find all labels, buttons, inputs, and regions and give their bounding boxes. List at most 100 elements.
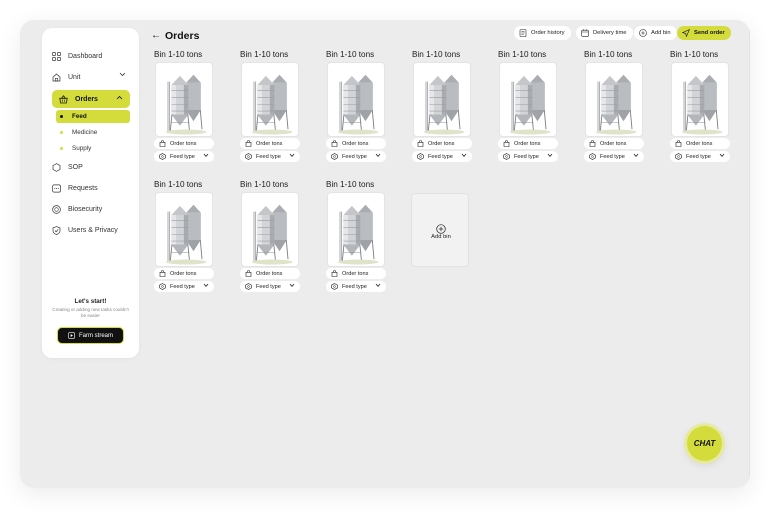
chat-button[interactable]: CHAT: [687, 426, 722, 461]
feed-type-dropdown[interactable]: Feed type: [326, 281, 386, 292]
feed-type-dropdown[interactable]: Feed type: [412, 151, 472, 162]
bin-label: Bin 1-10 tons: [412, 50, 461, 59]
bin-label: Bin 1-10 tons: [584, 50, 633, 59]
feed-icon: [331, 283, 338, 290]
feed-icon: [675, 153, 682, 160]
feed-type-dropdown[interactable]: Feed type: [498, 151, 558, 162]
sidebar-item-dashboard[interactable]: Dashboard: [52, 48, 130, 64]
feed-type-label: Feed type: [514, 153, 539, 160]
feed-type-dropdown[interactable]: Feed type: [240, 151, 300, 162]
bag-icon: [331, 140, 338, 147]
silo-image[interactable]: [327, 192, 385, 267]
order-tons-label: Order tons: [514, 140, 541, 147]
send-order-button[interactable]: Send order: [677, 26, 731, 40]
farm-stream-button[interactable]: Farm stream: [57, 327, 124, 344]
bin-card: Bin 1-10 tons Order tons Feed type: [498, 50, 558, 164]
delivery-time-label: Delivery time: [593, 30, 627, 36]
order-tons-button[interactable]: Order tons: [326, 138, 386, 149]
back-arrow-icon[interactable]: ←: [151, 30, 161, 41]
bag-icon: [245, 270, 252, 277]
silo-image[interactable]: [155, 192, 213, 267]
order-tons-button[interactable]: Order tons: [412, 138, 472, 149]
sidebar-item-label: Requests: [68, 184, 98, 192]
feed-type-label: Feed type: [256, 153, 281, 160]
silo-image[interactable]: [671, 62, 729, 137]
feed-type-dropdown[interactable]: Feed type: [584, 151, 644, 162]
sidebar-item-biosecurity[interactable]: Biosecurity: [52, 201, 130, 217]
chevron-up-icon: [116, 95, 123, 102]
silo-image[interactable]: [241, 62, 299, 137]
chevron-down-icon: [719, 153, 725, 160]
app-window: Dashboard Unit Orders Feed Medicine Supp…: [20, 20, 750, 488]
chevron-down-icon: [633, 153, 639, 160]
silo-image[interactable]: [241, 192, 299, 267]
silo-image[interactable]: [327, 62, 385, 137]
sidebar-item-label: Biosecurity: [68, 205, 103, 213]
chat-label: CHAT: [693, 439, 716, 448]
silo-image[interactable]: [499, 62, 557, 137]
order-history-button[interactable]: Order history: [514, 26, 571, 40]
silo-image[interactable]: [413, 62, 471, 137]
chevron-down-icon: [119, 72, 126, 79]
plus-circle-icon: [436, 221, 446, 234]
sidebar-item-unit[interactable]: Unit: [52, 69, 130, 85]
silo-image[interactable]: [155, 62, 213, 137]
bin-label: Bin 1-10 tons: [154, 180, 203, 189]
feed-type-dropdown[interactable]: Feed type: [670, 151, 730, 162]
chevron-down-icon: [289, 283, 295, 290]
sidebar-item-users-privacy[interactable]: Users & Privacy: [52, 222, 130, 238]
order-tons-button[interactable]: Order tons: [326, 268, 386, 279]
order-tons-button[interactable]: Order tons: [240, 138, 300, 149]
delivery-time-button[interactable]: Delivery time: [576, 26, 633, 40]
sidebar-item-label: Orders: [75, 95, 98, 103]
order-tons-label: Order tons: [170, 270, 197, 277]
chevron-down-icon: [375, 153, 381, 160]
feed-type-dropdown[interactable]: Feed type: [154, 151, 214, 162]
bin-label: Bin 1-10 tons: [326, 180, 375, 189]
bin-card: Bin 1-10 tons Order tons Feed type: [154, 50, 214, 164]
bin-card: Bin 1-10 tons Order tons Feed type: [240, 180, 300, 294]
bin-label: Bin 1-10 tons: [240, 180, 289, 189]
order-tons-button[interactable]: Order tons: [670, 138, 730, 149]
bin-label: Bin 1-10 tons: [154, 50, 203, 59]
feed-type-dropdown[interactable]: Feed type: [240, 281, 300, 292]
order-tons-label: Order tons: [428, 140, 455, 147]
sidebar-item-sop[interactable]: SOP: [52, 159, 130, 175]
order-tons-button[interactable]: Order tons: [154, 138, 214, 149]
feed-type-dropdown[interactable]: Feed type: [154, 281, 214, 292]
sidebar-subitem-supply[interactable]: Supply: [56, 142, 130, 155]
add-bin-button[interactable]: Add bin: [634, 26, 677, 40]
add-bin-label: Add bin: [651, 30, 671, 36]
chevron-down-icon: [289, 153, 295, 160]
sidebar-item-label: Dashboard: [68, 52, 103, 60]
farm-stream-label: Farm stream: [78, 332, 113, 339]
cta-subtitle: Creating or adding new tasks couldn't be…: [52, 307, 129, 318]
feed-type-label: Feed type: [170, 153, 195, 160]
sidebar-subitem-feed[interactable]: Feed: [56, 110, 130, 123]
page-title: Orders: [165, 30, 200, 42]
bag-icon: [331, 270, 338, 277]
sidebar-subitem-label: Feed: [72, 113, 87, 120]
sidebar-item-requests[interactable]: Requests: [52, 180, 130, 196]
sidebar-item-orders[interactable]: Orders: [52, 90, 130, 108]
feed-type-dropdown[interactable]: Feed type: [326, 151, 386, 162]
bin-label: Bin 1-10 tons: [240, 50, 289, 59]
feed-icon: [417, 153, 424, 160]
add-bin-card[interactable]: Add bin: [411, 193, 469, 267]
home-icon: [52, 73, 61, 82]
sidebar-subitem-medicine[interactable]: Medicine: [56, 126, 130, 139]
order-tons-button[interactable]: Order tons: [498, 138, 558, 149]
bin-card: Bin 1-10 tons Order tons Feed type: [154, 180, 214, 294]
bullet-dot: [60, 147, 63, 150]
order-tons-button[interactable]: Order tons: [240, 268, 300, 279]
silo-image[interactable]: [585, 62, 643, 137]
bin-label: Bin 1-10 tons: [326, 50, 375, 59]
sidebar-item-label: SOP: [68, 163, 83, 171]
feed-type-label: Feed type: [600, 153, 625, 160]
order-tons-button[interactable]: Order tons: [154, 268, 214, 279]
order-tons-button[interactable]: Order tons: [584, 138, 644, 149]
bin-label: Bin 1-10 tons: [670, 50, 719, 59]
feed-icon: [159, 283, 166, 290]
basket-icon: [59, 94, 68, 104]
bullet-dot: [60, 115, 63, 118]
